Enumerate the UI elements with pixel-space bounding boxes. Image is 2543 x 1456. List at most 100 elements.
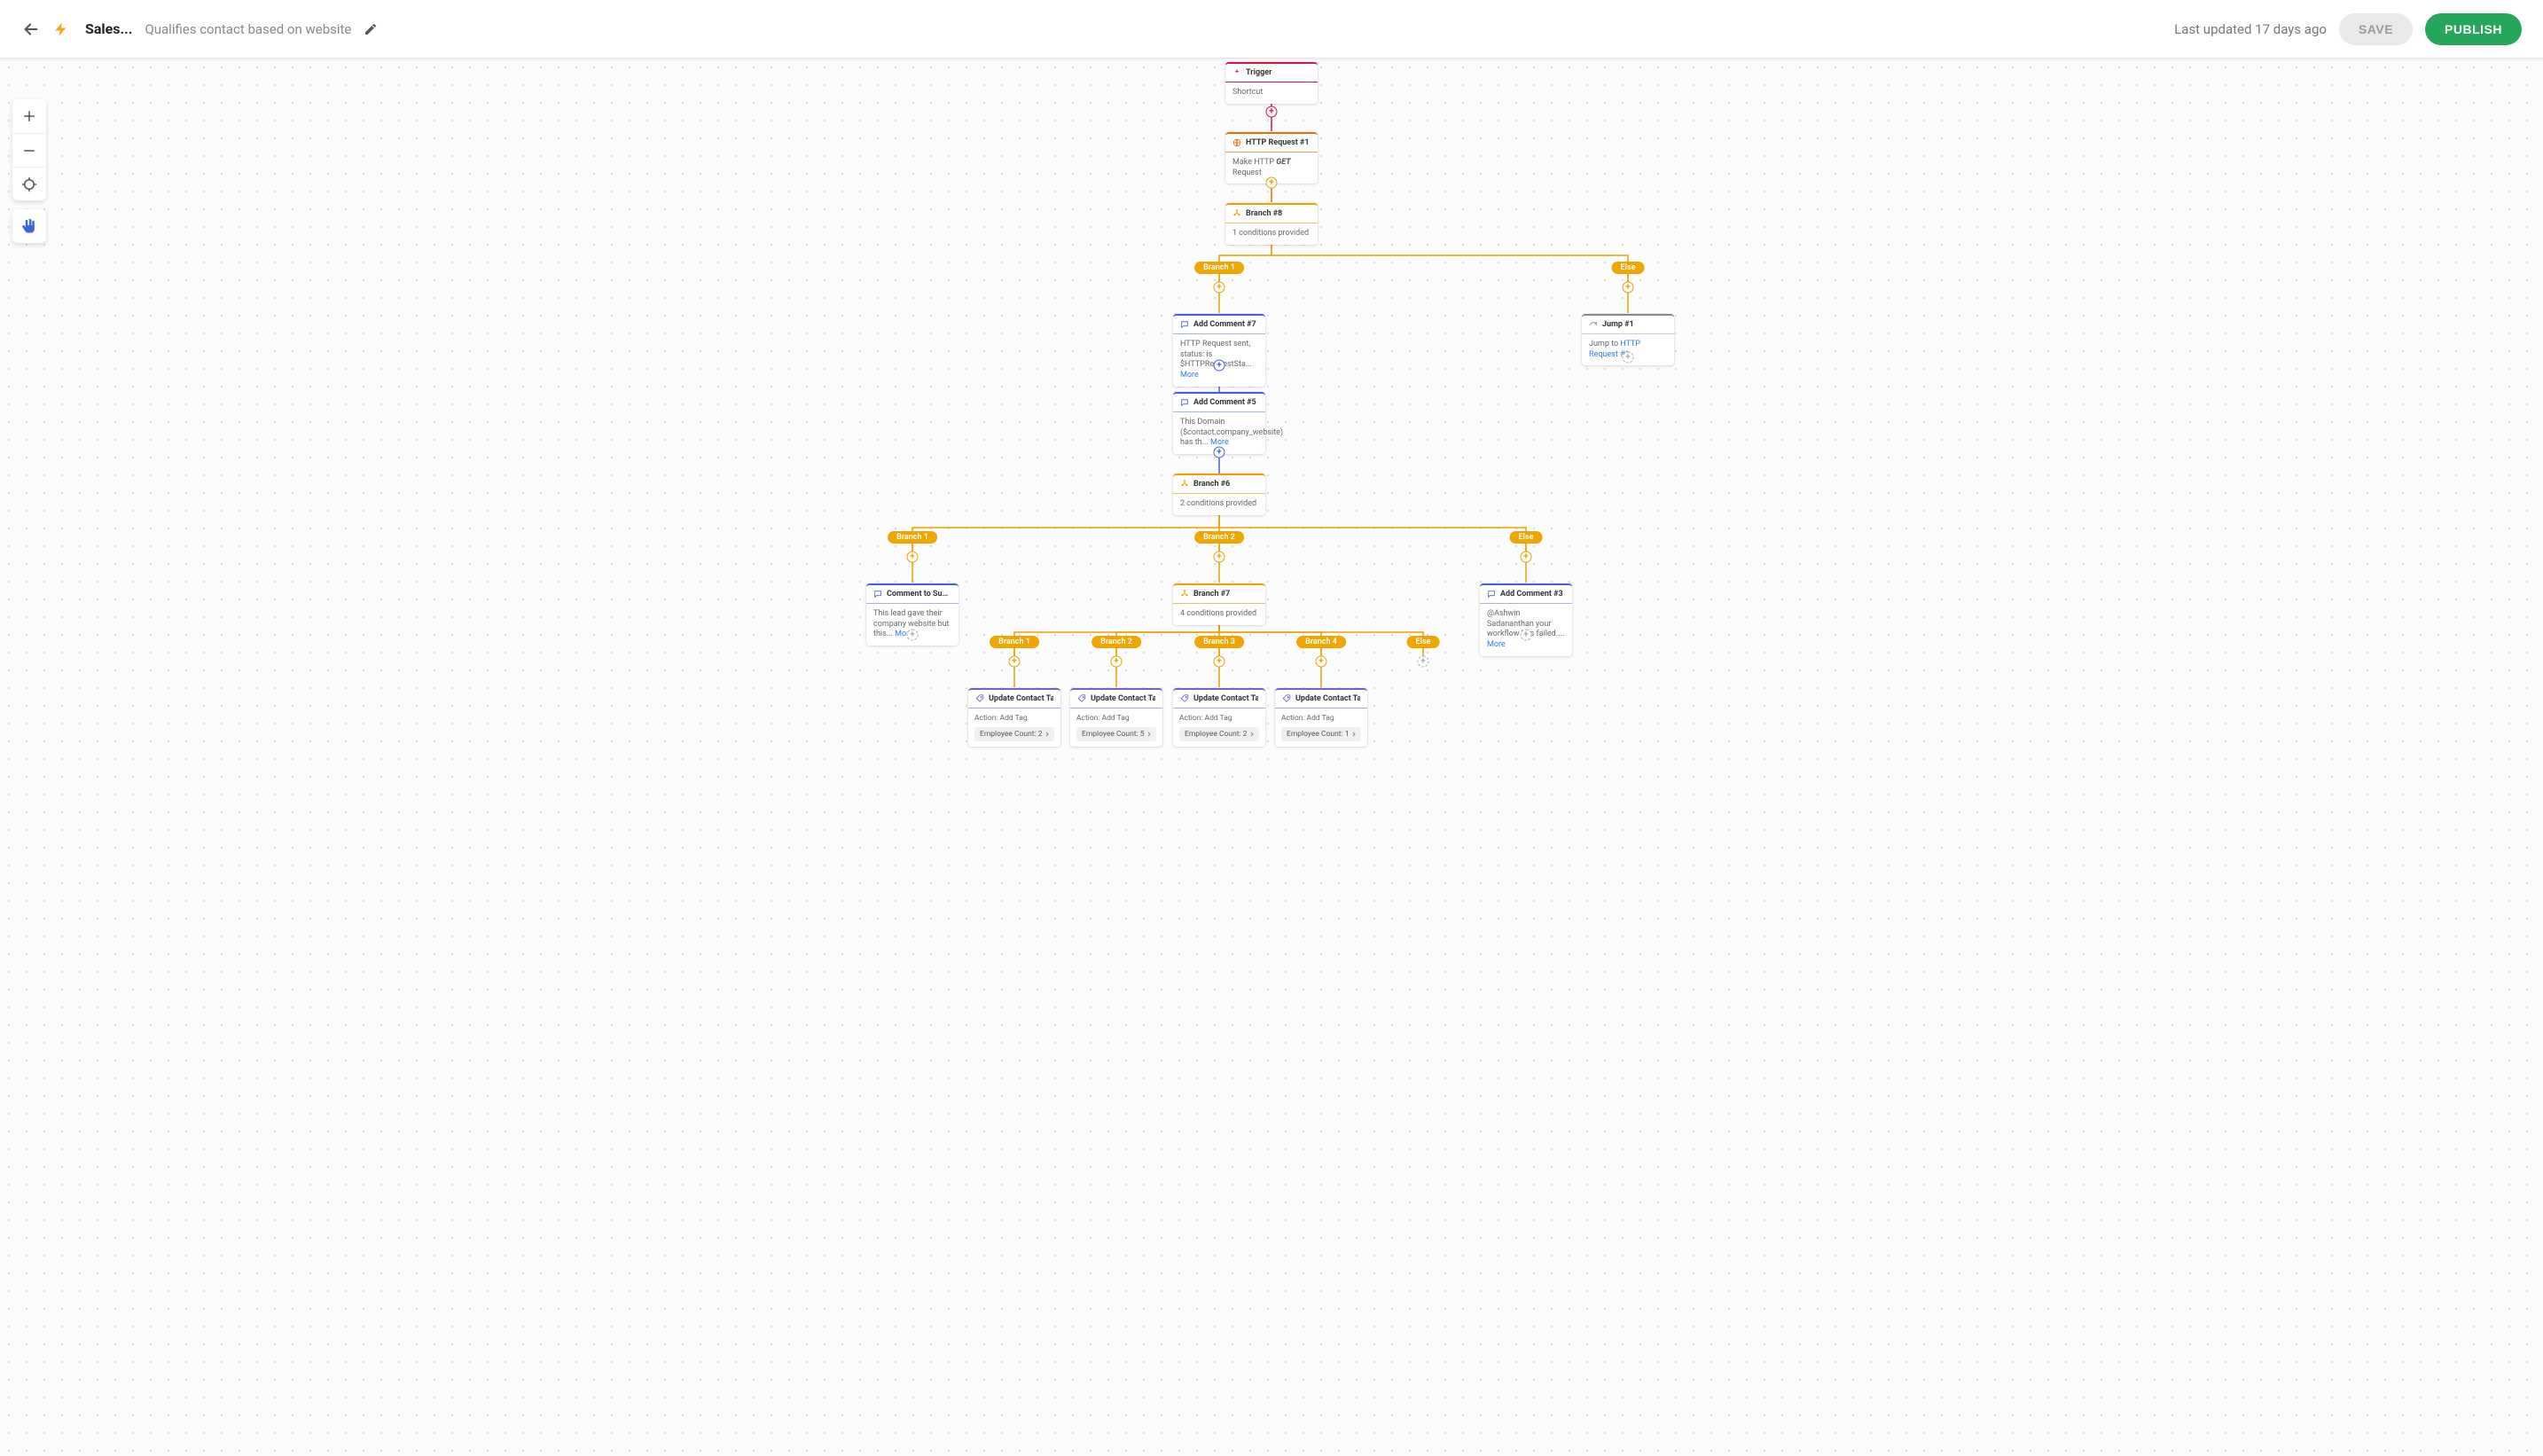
node-title: Jump #1 [1602,320,1634,329]
chevron-right-icon [1248,731,1256,738]
tag-icon [1180,694,1189,703]
node-title: Update Contact Tag #10 [1091,694,1155,703]
add-step-button[interactable] [1214,360,1225,372]
node-title: Add Comment #5 [1193,398,1256,407]
zoom-in-button[interactable] [12,99,46,133]
branch-pill[interactable]: Else [1612,262,1645,274]
comment-icon [873,590,882,599]
node-body: Action: Add Tag Employee Count: 29-50 [968,708,1060,747]
add-step-button[interactable] [1316,656,1327,668]
node-branch-6[interactable]: Branch #6 2 conditions provided [1173,474,1265,515]
node-body: Action: Add Tag Employee Count: 1001 [1275,708,1367,747]
branch-pill[interactable]: Else [1407,636,1440,648]
node-title: Update Contact Tag #11 [1193,694,1258,703]
chevron-right-icon [1350,731,1358,738]
node-add-comment-7[interactable]: Add Comment #7 HTTP Request sent, status… [1173,314,1265,387]
workflow-subtitle: Qualifies contact based on website [145,21,351,37]
tag-chip[interactable]: Employee Count: 29-50 [974,727,1054,741]
app-header: Sales... Qualifies contact based on webs… [0,0,2543,59]
add-step-button[interactable] [907,630,919,641]
branch-pill[interactable]: Branch 2 [1092,636,1141,648]
pan-hand-button[interactable] [12,209,46,243]
node-update-contact-tag-11[interactable]: Update Contact Tag #11 Action: Add Tag E… [1173,688,1265,747]
workflow-canvas[interactable]: Trigger Shortcut HTTP Request #1 Make HT… [0,59,2543,1456]
node-title: Add Comment #7 [1193,320,1256,329]
pan-group [12,209,46,243]
tag-icon [1282,694,1291,703]
add-step-button[interactable] [1418,656,1429,668]
bolt-icon [53,21,69,37]
http-icon [1232,138,1241,147]
branch-icon [1180,590,1189,599]
add-step-button[interactable] [1214,656,1225,668]
comment-icon [1180,320,1189,329]
header-right: Last updated 17 days ago SAVE PUBLISH [2174,13,2522,45]
node-add-comment-5[interactable]: Add Comment #5 This Domain ($contact.com… [1173,392,1265,454]
branch-pill[interactable]: Branch 4 [1296,636,1346,648]
node-add-comment-3[interactable]: Add Comment #3 @Ashwin Sadananthan your … [1480,583,1572,656]
node-title: Update Contact Tag #9 [989,694,1053,703]
node-title: Branch #6 [1193,480,1230,489]
connectors-layer [626,59,1917,1456]
node-body: Action: Add Tag Employee Count: 201-1 [1173,708,1265,747]
node-update-contact-tag-12[interactable]: Update Contact Tag #12 Action: Add Tag E… [1275,688,1367,747]
save-button[interactable]: SAVE [2339,13,2413,45]
more-link[interactable]: More [1487,640,1506,649]
tag-chip[interactable]: Employee Count: 1001 [1281,727,1361,741]
branch-pill[interactable]: Branch 2 [1194,531,1244,544]
node-branch-8[interactable]: Branch #8 1 conditions provided [1225,203,1318,245]
add-step-button[interactable] [1623,282,1634,294]
more-link[interactable]: More [1180,371,1199,380]
publish-button[interactable]: PUBLISH [2425,13,2522,45]
recenter-button[interactable] [12,167,46,200]
node-title: Comment to Support Te... [887,590,951,599]
add-step-button[interactable] [1009,656,1021,668]
node-title: Branch #7 [1193,590,1230,599]
tag-chip[interactable]: Employee Count: 51-20 [1076,727,1156,741]
branch-pill[interactable]: Branch 1 [990,636,1039,648]
add-step-button[interactable] [1521,630,1532,641]
node-title: Trigger [1246,68,1272,77]
canvas-toolbox [12,99,46,243]
add-step-button[interactable] [1111,656,1123,668]
node-title: Add Comment #3 [1500,590,1563,599]
add-step-button[interactable] [1521,552,1532,563]
node-title: HTTP Request #1 [1246,138,1310,147]
node-body: 4 conditions provided [1173,604,1265,625]
branch-pill[interactable]: Else [1510,531,1543,544]
jump-icon [1589,320,1598,329]
add-step-button[interactable] [1266,177,1278,189]
node-body: Shortcut [1225,82,1318,104]
branch-pill[interactable]: Branch 3 [1194,636,1244,648]
node-update-contact-tag-9[interactable]: Update Contact Tag #9 Action: Add Tag Em… [968,688,1060,747]
zoom-out-button[interactable] [12,133,46,167]
chevron-right-icon [1044,731,1051,738]
edit-icon[interactable] [364,22,378,36]
tag-chip[interactable]: Employee Count: 201-1 [1179,727,1259,741]
last-updated-text: Last updated 17 days ago [2174,21,2327,37]
add-step-button[interactable] [1266,106,1278,118]
add-step-button[interactable] [1623,352,1634,364]
node-title: Update Contact Tag #12 [1295,694,1360,703]
add-step-button[interactable] [907,552,919,563]
workflow-title: Sales... [85,20,132,37]
node-title: Branch #8 [1246,209,1282,218]
tag-icon [1077,694,1086,703]
zoom-group [12,99,46,200]
comment-icon [1180,398,1189,407]
comment-icon [1487,590,1496,599]
node-trigger[interactable]: Trigger Shortcut [1225,62,1318,104]
node-body: 1 conditions provided [1225,223,1318,245]
branch-pill[interactable]: Branch 1 [888,531,937,544]
node-body: 2 conditions provided [1173,494,1265,515]
node-update-contact-tag-10[interactable]: Update Contact Tag #10 Action: Add Tag E… [1070,688,1162,747]
tag-icon [975,694,984,703]
sparkle-icon [1232,68,1241,77]
back-icon[interactable] [21,20,41,39]
branch-pill[interactable]: Branch 1 [1194,262,1244,274]
header-left: Sales... Qualifies contact based on webs… [21,20,378,39]
add-step-button[interactable] [1214,447,1225,458]
add-step-button[interactable] [1214,282,1225,294]
add-step-button[interactable] [1214,552,1225,563]
node-branch-7[interactable]: Branch #7 4 conditions provided [1173,583,1265,625]
